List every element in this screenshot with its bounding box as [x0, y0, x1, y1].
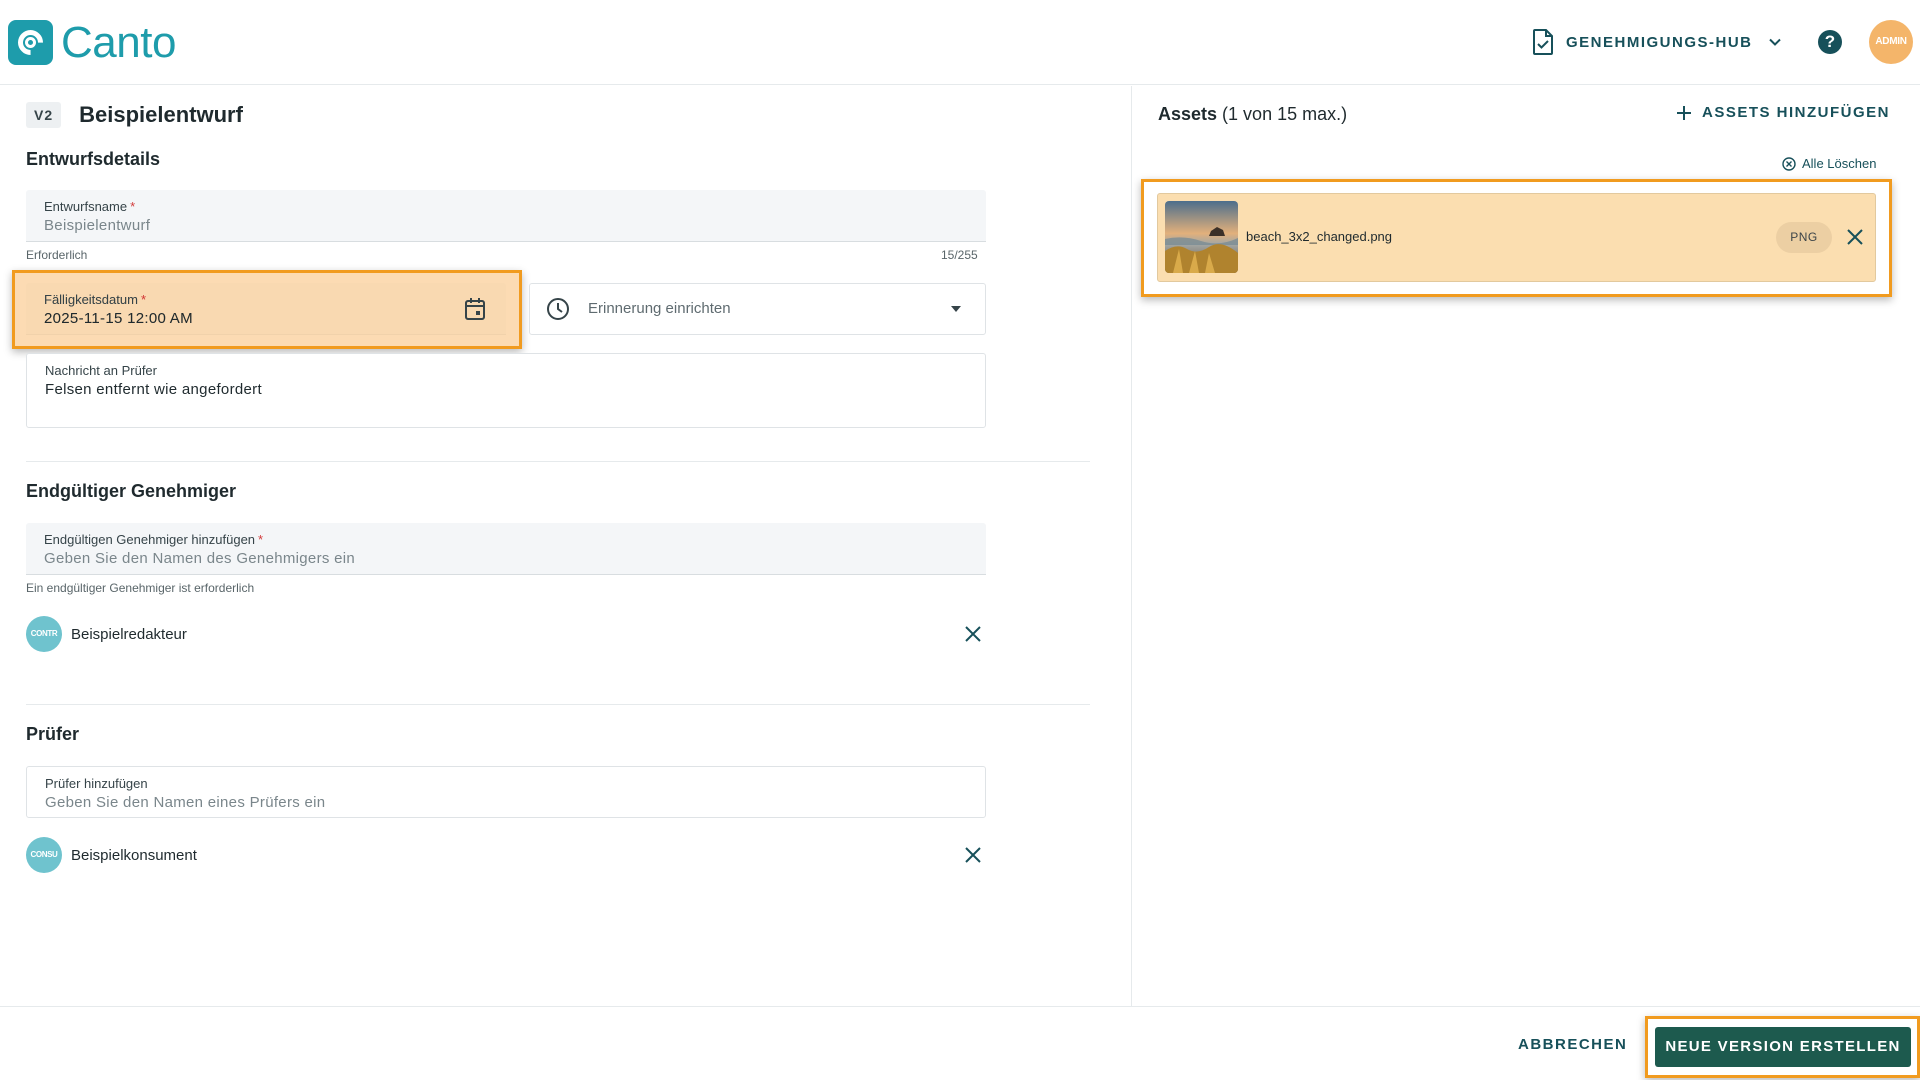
calendar-overlay-icon[interactable]: [464, 297, 486, 321]
clock-icon: [547, 298, 569, 320]
reviewer-label: Prüfer hinzufügen: [45, 776, 148, 791]
final-approver-input[interactable]: Endgültigen Genehmiger hinzufügen * Geben…: [26, 523, 986, 575]
final-approver-chip: CONTR Beispielredakteur: [26, 616, 187, 652]
create-new-version-button[interactable]: NEUE VERSION ERSTELLEN: [1655, 1027, 1911, 1067]
remove-asset-close-icon[interactable]: [1846, 228, 1864, 246]
clear-all-button[interactable]: Alle Löschen: [1782, 156, 1876, 171]
final-approver-helper: Ein endgültiger Genehmiger ist erforderl…: [26, 581, 255, 595]
final-approver-placeholder: Geben Sie den Namen des Genehmigers ein: [44, 550, 356, 567]
message-to-reviewers-field[interactable]: Nachricht an Prüfer Felsen entfernt wie …: [26, 353, 986, 428]
add-assets-button[interactable]: ASSETS HINZUFÜGEN: [1676, 104, 1890, 121]
clear-all-label: Alle Löschen: [1802, 156, 1877, 171]
document-check-icon: [1533, 29, 1553, 55]
file-type-badge: PNG: [1776, 222, 1832, 253]
due-date-overlay-value: 2025-11-15 12:00 AM: [44, 310, 193, 327]
reviewer-chip: CONSU Beispielkonsument: [26, 837, 197, 873]
final-approver-label: Endgültigen Genehmiger hinzufügen: [44, 532, 256, 547]
help-icon[interactable]: ?: [1818, 30, 1842, 54]
cancel-button[interactable]: ABBRECHEN: [1518, 1036, 1627, 1053]
app-header: Canto GENEHMIGUNGS-HUB ? ADMIN: [0, 0, 1920, 85]
canto-logo[interactable]: Canto: [8, 20, 176, 65]
approval-hub-menu[interactable]: GENEHMIGUNGS-HUB: [1532, 29, 1783, 55]
reviewer-input[interactable]: Prüfer hinzufügen Geben Sie den Namen ei…: [26, 766, 986, 818]
approval-hub-label: GENEHMIGUNGS-HUB: [1566, 33, 1753, 51]
asset-thumbnail[interactable]: [1165, 201, 1238, 273]
draft-title-row: V2 Beispielentwurf: [26, 102, 243, 128]
chevron-down-icon: [1768, 38, 1781, 46]
final-approver-name: Beispielredakteur: [71, 625, 187, 643]
message-label: Nachricht an Prüfer: [45, 363, 157, 378]
asset-filename: beach_3x2_changed.png: [1246, 229, 1393, 244]
logo-text: Canto: [61, 18, 176, 67]
draft-name-value: Beispielentwurf: [44, 217, 151, 234]
due-date-overlay-label: Fälligkeitsdatum: [44, 292, 138, 307]
add-assets-label: ASSETS HINZUFÜGEN: [1702, 104, 1891, 121]
plus-icon: [1677, 105, 1691, 120]
draft-name-helper: Erforderlich: [26, 248, 88, 262]
form-footer: ABBRECHEN NEUE VERSION ERSTELLEN: [0, 1006, 1920, 1080]
avatar: CONSU: [26, 837, 62, 873]
user-avatar[interactable]: ADMIN: [1869, 20, 1913, 64]
assets-title: Assets (1 von 15 max.): [1158, 104, 1347, 125]
section-heading-final-approver: Endgültiger Genehmiger: [26, 481, 237, 501]
divider: [26, 704, 1090, 705]
section-heading-reviewers: Prüfer: [26, 724, 80, 744]
due-date-overlay[interactable]: Fälligkeitsdatum * 2025-11-15 12:00 AM: [26, 283, 506, 335]
divider: [26, 461, 1090, 462]
asset-item[interactable]: beach_3x2_changed.png PNG: [1157, 193, 1876, 282]
remove-final-approver-close-icon[interactable]: [964, 625, 982, 643]
draft-name-counter: 15/255: [941, 248, 978, 262]
reminder-placeholder: Erinnerung einrichten: [588, 300, 731, 317]
assets-title-label: Assets: [1158, 104, 1218, 124]
canto-logo-icon: [8, 20, 53, 65]
reminder-select[interactable]: Erinnerung einrichten: [529, 283, 986, 335]
clear-circle-icon: [1782, 156, 1796, 171]
reviewer-placeholder: Geben Sie den Namen eines Prüfers ein: [45, 794, 326, 811]
assets-count: (1 von 15 max.): [1217, 104, 1348, 124]
avatar: CONTR: [26, 616, 62, 652]
section-heading-details: Entwurfsdetails: [26, 149, 161, 169]
assets-panel: Assets (1 von 15 max.) ASSETS HINZUFÜGEN…: [1131, 86, 1920, 1006]
draft-name-label: Entwurfsname: [44, 199, 128, 214]
draft-form-panel: V2 Beispielentwurf Entwurfsdetails Entwu…: [0, 86, 1131, 1006]
remove-reviewer-close-icon[interactable]: [964, 846, 982, 864]
version-badge: V2: [26, 102, 62, 128]
page-title: Beispielentwurf: [79, 102, 243, 127]
message-value: Felsen entfernt wie angefordert: [45, 381, 262, 398]
draft-name-field[interactable]: Entwurfsname * Beispielentwurf: [26, 190, 986, 242]
dropdown-arrow-icon: [951, 306, 961, 312]
reviewer-name: Beispielkonsument: [71, 846, 197, 864]
